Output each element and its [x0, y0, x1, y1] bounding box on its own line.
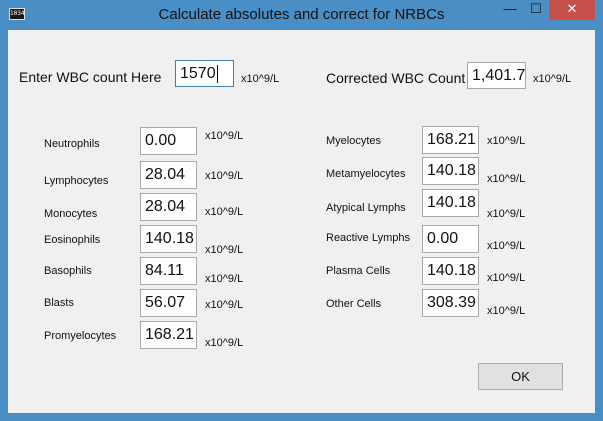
cell-unit: x10^9/L	[487, 135, 526, 147]
cell-unit: x10^9/L	[205, 170, 244, 182]
cell-unit: x10^9/L	[487, 173, 526, 185]
wbc-count-input[interactable]: 1570	[175, 60, 234, 87]
cell-unit: x10^9/L	[205, 206, 244, 218]
cell-label: Other Cells	[326, 298, 382, 310]
minimize-button[interactable]: —	[497, 0, 523, 20]
cell-label: Promyelocytes	[44, 330, 117, 342]
maximize-button[interactable]: ☐	[523, 0, 549, 20]
cell-label: Blasts	[44, 297, 74, 309]
cell-label: Lymphocytes	[44, 175, 109, 187]
cell-label: Basophils	[44, 265, 92, 277]
app-window: 1034 Calculate absolutes and correct for…	[0, 0, 603, 421]
cell-label: Reactive Lymphs	[326, 232, 410, 244]
cell-label: Neutrophils	[44, 138, 100, 150]
cell-value-field[interactable]: 140.18	[422, 257, 479, 285]
cell-value-field[interactable]: 0.00	[422, 225, 479, 253]
cell-value-field[interactable]: 28.04	[140, 161, 197, 189]
cell-unit: x10^9/L	[487, 240, 526, 252]
cell-value-field[interactable]: 140.18	[422, 189, 479, 217]
corrected-wbc-label: Corrected WBC Count	[326, 70, 466, 86]
cell-label: Metamyelocytes	[326, 168, 406, 180]
form-body: Enter WBC count Here 1570 x10^9/L Correc…	[8, 30, 595, 413]
wbc-count-label: Enter WBC count Here	[19, 69, 162, 85]
cell-value-field[interactable]: 140.18	[422, 157, 479, 185]
cell-unit: x10^9/L	[487, 305, 526, 317]
cell-value-field[interactable]: 168.21	[140, 321, 197, 349]
cell-label: Atypical Lymphs	[326, 202, 406, 214]
cell-value-field[interactable]: 308.39	[422, 289, 479, 317]
cell-value-field[interactable]: 0.00	[140, 127, 197, 155]
cell-label: Eosinophils	[44, 234, 101, 246]
corrected-wbc-field[interactable]: 1,401.7	[467, 62, 526, 89]
cell-unit: x10^9/L	[205, 130, 244, 142]
cell-unit: x10^9/L	[205, 299, 244, 311]
cell-value-field[interactable]: 28.04	[140, 193, 197, 221]
cell-label: Myelocytes	[326, 135, 382, 147]
title-bar[interactable]: 1034 Calculate absolutes and correct for…	[0, 0, 603, 30]
corrected-wbc-unit: x10^9/L	[533, 73, 572, 85]
wbc-count-unit: x10^9/L	[241, 73, 280, 85]
cell-unit: x10^9/L	[205, 337, 244, 349]
close-button[interactable]: ✕	[549, 0, 595, 20]
cell-value-field[interactable]: 168.21	[422, 126, 479, 154]
cell-unit: x10^9/L	[487, 272, 526, 284]
cell-unit: x10^9/L	[205, 244, 244, 256]
cell-value-field[interactable]: 84.11	[140, 257, 197, 285]
cell-unit: x10^9/L	[487, 208, 526, 220]
cell-value-field[interactable]: 56.07	[140, 289, 197, 317]
cell-unit: x10^9/L	[205, 273, 244, 285]
ok-button[interactable]: OK	[478, 363, 563, 390]
cell-value-field[interactable]: 140.18	[140, 225, 197, 253]
cell-label: Monocytes	[44, 208, 98, 220]
cell-label: Plasma Cells	[326, 265, 391, 277]
